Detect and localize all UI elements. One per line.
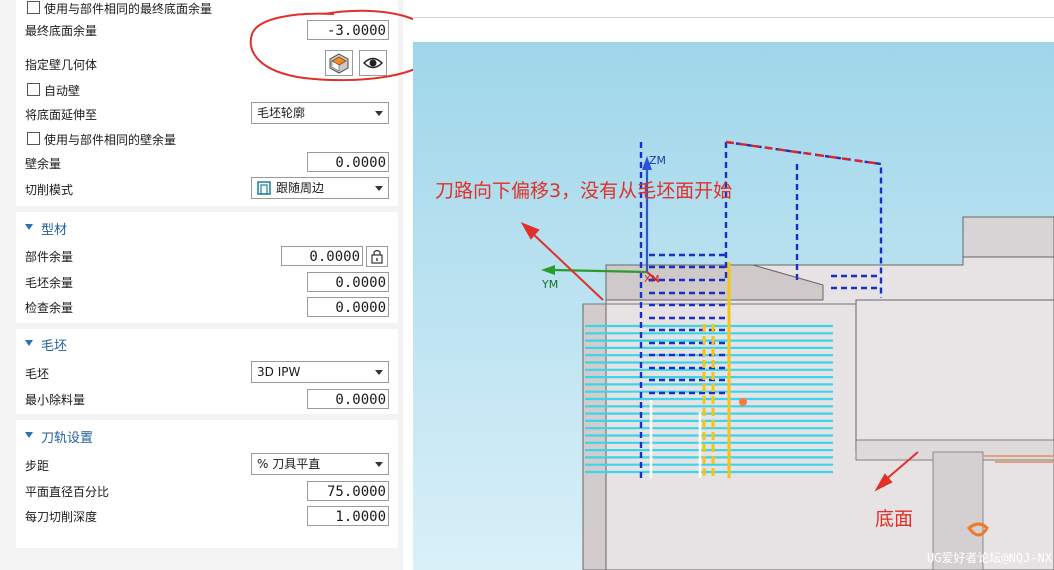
min-removal-input[interactable]: 0.0000 <box>307 389 389 409</box>
annotation-offset-note: 刀路向下偏移3，没有从毛坯面开始 <box>435 180 733 202</box>
min-removal-row: 最小除料量 0.0000 <box>16 387 398 411</box>
viewport-toolbar-divider <box>413 17 1054 18</box>
use-part-wall-stock-row[interactable]: 使用与部件相同的壁余量 <box>16 127 398 151</box>
blank-type-label: 毛坯 <box>25 367 50 381</box>
min-removal-label: 最小除料量 <box>25 393 86 407</box>
stepover-select[interactable]: % 刀具平直 <box>251 453 389 475</box>
section-stock-title: 型材 <box>41 223 68 238</box>
extend-floor-to-select[interactable]: 毛坯轮廓 <box>251 102 389 124</box>
check-stock-row: 检查余量 0.0000 <box>16 295 398 319</box>
chevron-down-icon <box>375 111 383 116</box>
wall-stock-row: 壁余量 0.0000 <box>16 151 398 175</box>
blank-type-select[interactable]: 3D IPW <box>251 361 389 383</box>
cut-pattern-value: 跟随周边 <box>276 181 325 195</box>
depth-per-cut-row: 每刀切削深度 1.0000 <box>16 504 398 528</box>
use-part-wall-stock-label: 使用与部件相同的壁余量 <box>44 133 177 147</box>
axis-label-zm: ZM <box>649 154 667 167</box>
section-blank-title: 毛坯 <box>41 339 68 354</box>
forum-watermark: UG爱好者论坛@NQJ-NX <box>926 551 1052 565</box>
chevron-down-icon <box>375 462 383 467</box>
auto-wall-label: 自动壁 <box>44 84 81 98</box>
collapse-triangle-icon <box>25 340 33 346</box>
specify-wall-geometry-label: 指定壁几何体 <box>25 58 98 72</box>
extend-floor-to-row: 将底面延伸至 毛坯轮廓 <box>16 102 398 126</box>
geometry-settings-group: 使用与部件相同的最终底面余量 最终底面余量 -3.0000 指定壁几何体 自动壁… <box>16 0 438 548</box>
blank-stock-row: 毛坯余量 0.0000 <box>16 270 398 294</box>
cut-pattern-row: 切削模式 跟随周边 <box>16 177 398 201</box>
stepover-label: 步距 <box>25 459 50 473</box>
blank-stock-input[interactable]: 0.0000 <box>307 272 389 292</box>
lock-icon <box>371 249 383 264</box>
lock-toggle-button[interactable] <box>366 246 388 267</box>
cut-pattern-select[interactable]: 跟随周边 <box>251 177 389 199</box>
operation-dialog-panel: 使用与部件相同的最终底面余量 最终底面余量 -3.0000 指定壁几何体 自动壁… <box>0 0 438 570</box>
graphics-viewport[interactable]: ZM YM XM 刀路向下偏移3，没有从毛坯面开始 底面 UG爱好者论坛@NQJ… <box>413 0 1054 570</box>
depth-per-cut-input[interactable]: 1.0000 <box>307 506 389 526</box>
annotation-floor-note: 底面 <box>875 508 914 530</box>
chevron-down-icon <box>375 186 383 191</box>
cam-3d-scene[interactable] <box>413 42 1054 570</box>
collapse-triangle-icon <box>25 432 33 438</box>
toolpath-cyan-passes <box>585 324 833 474</box>
cut-pattern-label: 切削模式 <box>25 183 74 197</box>
section-divider <box>16 206 398 212</box>
collapse-triangle-icon <box>25 224 33 230</box>
section-divider <box>16 414 398 420</box>
final-floor-stock-label: 最终底面余量 <box>25 24 98 38</box>
depth-per-cut-label: 每刀切削深度 <box>25 510 98 524</box>
flat-diameter-pct-input[interactable]: 75.0000 <box>307 481 389 501</box>
section-divider <box>16 323 398 329</box>
axis-label-ym: YM <box>542 278 559 291</box>
blank-type-row: 毛坯 3D IPW <box>16 361 398 385</box>
use-part-floor-stock-label: 使用与部件相同的最终底面余量 <box>44 2 213 16</box>
stepover-row: 步距 % 刀具平直 <box>16 453 398 477</box>
part-stock-label: 部件余量 <box>25 250 74 264</box>
axis-label-xm: XM <box>644 274 660 285</box>
section-path-title: 刀轨设置 <box>41 431 94 446</box>
part-stock-input[interactable]: 0.0000 <box>281 246 363 266</box>
part-stock-row: 部件余量 0.0000 <box>16 244 398 268</box>
check-stock-label: 检查余量 <box>25 301 74 315</box>
section-stock-header[interactable]: 型材 <box>16 214 398 240</box>
flat-diameter-pct-label: 平面直径百分比 <box>25 485 110 499</box>
follow-periphery-icon <box>257 181 271 195</box>
use-part-floor-stock-checkbox[interactable] <box>27 1 40 14</box>
use-part-wall-stock-checkbox[interactable] <box>27 132 40 145</box>
flat-diameter-pct-row: 平面直径百分比 75.0000 <box>16 479 398 503</box>
chevron-down-icon <box>375 370 383 375</box>
section-blank-header[interactable]: 毛坯 <box>16 330 398 356</box>
extend-floor-to-label: 将底面延伸至 <box>25 108 98 122</box>
stepover-value: % 刀具平直 <box>257 457 321 471</box>
tool-position-marker <box>739 398 747 406</box>
blank-stock-label: 毛坯余量 <box>25 276 74 290</box>
section-path-header[interactable]: 刀轨设置 <box>16 422 398 448</box>
blank-type-value: 3D IPW <box>257 365 301 379</box>
wall-stock-input[interactable]: 0.0000 <box>307 152 389 172</box>
check-stock-input[interactable]: 0.0000 <box>307 297 389 317</box>
wall-stock-label: 壁余量 <box>25 157 62 171</box>
extend-floor-to-value: 毛坯轮廓 <box>257 106 306 120</box>
auto-wall-checkbox[interactable] <box>27 83 40 96</box>
